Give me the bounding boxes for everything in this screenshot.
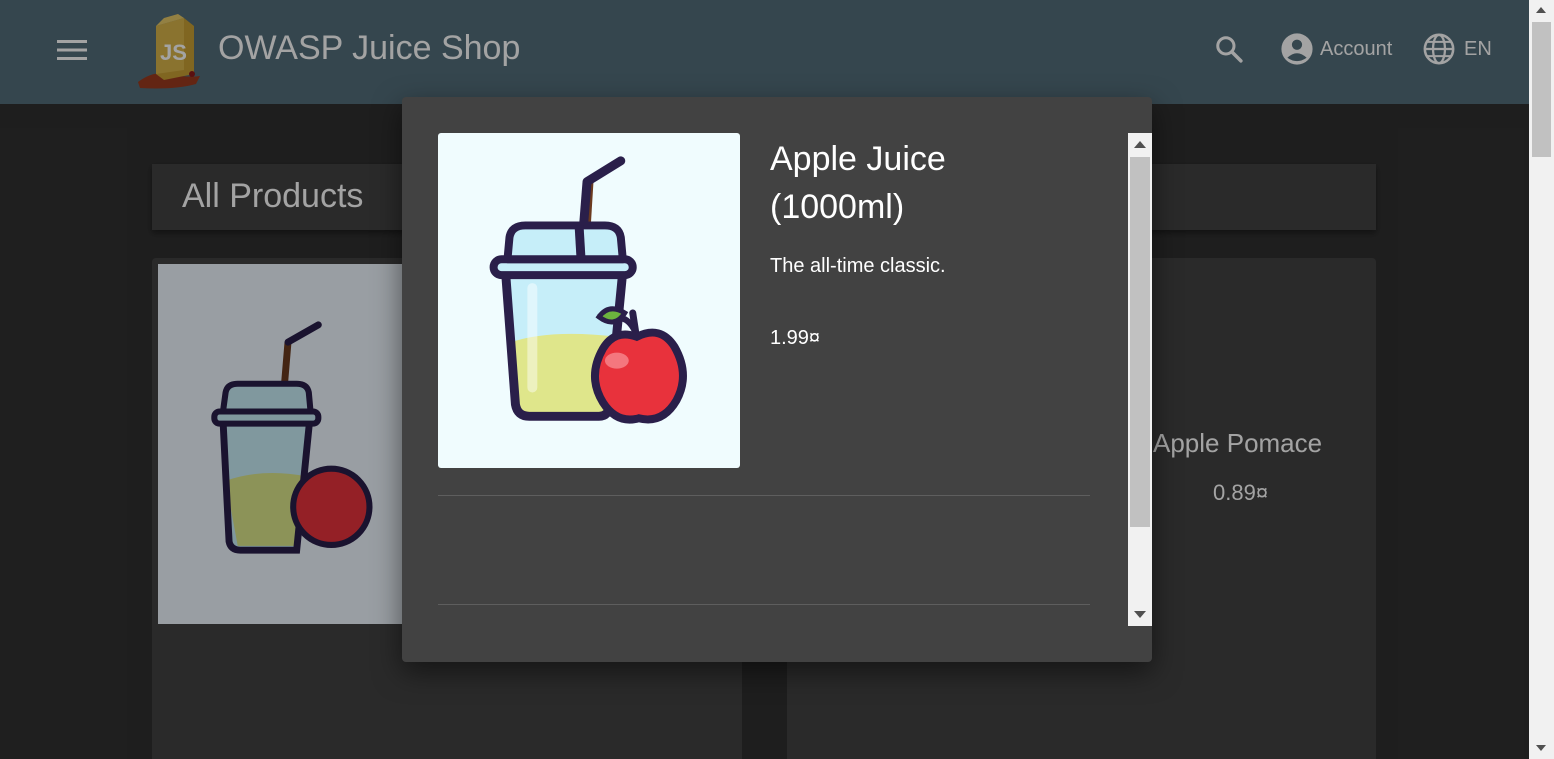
page-scrollbar[interactable] — [1529, 0, 1554, 759]
product-price: 1.99¤ — [770, 327, 821, 349]
scroll-up-arrow-icon[interactable] — [1536, 7, 1546, 13]
scrollbar-thumb[interactable] — [1532, 22, 1551, 157]
divider — [438, 495, 1090, 496]
scrollbar-thumb[interactable] — [1130, 157, 1150, 527]
apple-juice-image — [489, 156, 687, 424]
dialog-scrollbar[interactable] — [1128, 133, 1152, 626]
scroll-down-arrow-icon[interactable] — [1134, 611, 1146, 618]
product-description: The all-time classic. — [770, 255, 946, 277]
product-name: Apple Juice (1000ml) — [770, 140, 946, 226]
scroll-up-arrow-icon[interactable] — [1134, 141, 1146, 148]
divider — [438, 604, 1090, 605]
dialog-content: Apple Juice (1000ml) The all-time classi… — [438, 133, 1128, 626]
scroll-down-arrow-icon[interactable] — [1536, 745, 1546, 751]
product-details-dialog: Apple Juice (1000ml) The all-time classi… — [402, 97, 1152, 662]
product-image — [438, 133, 740, 468]
